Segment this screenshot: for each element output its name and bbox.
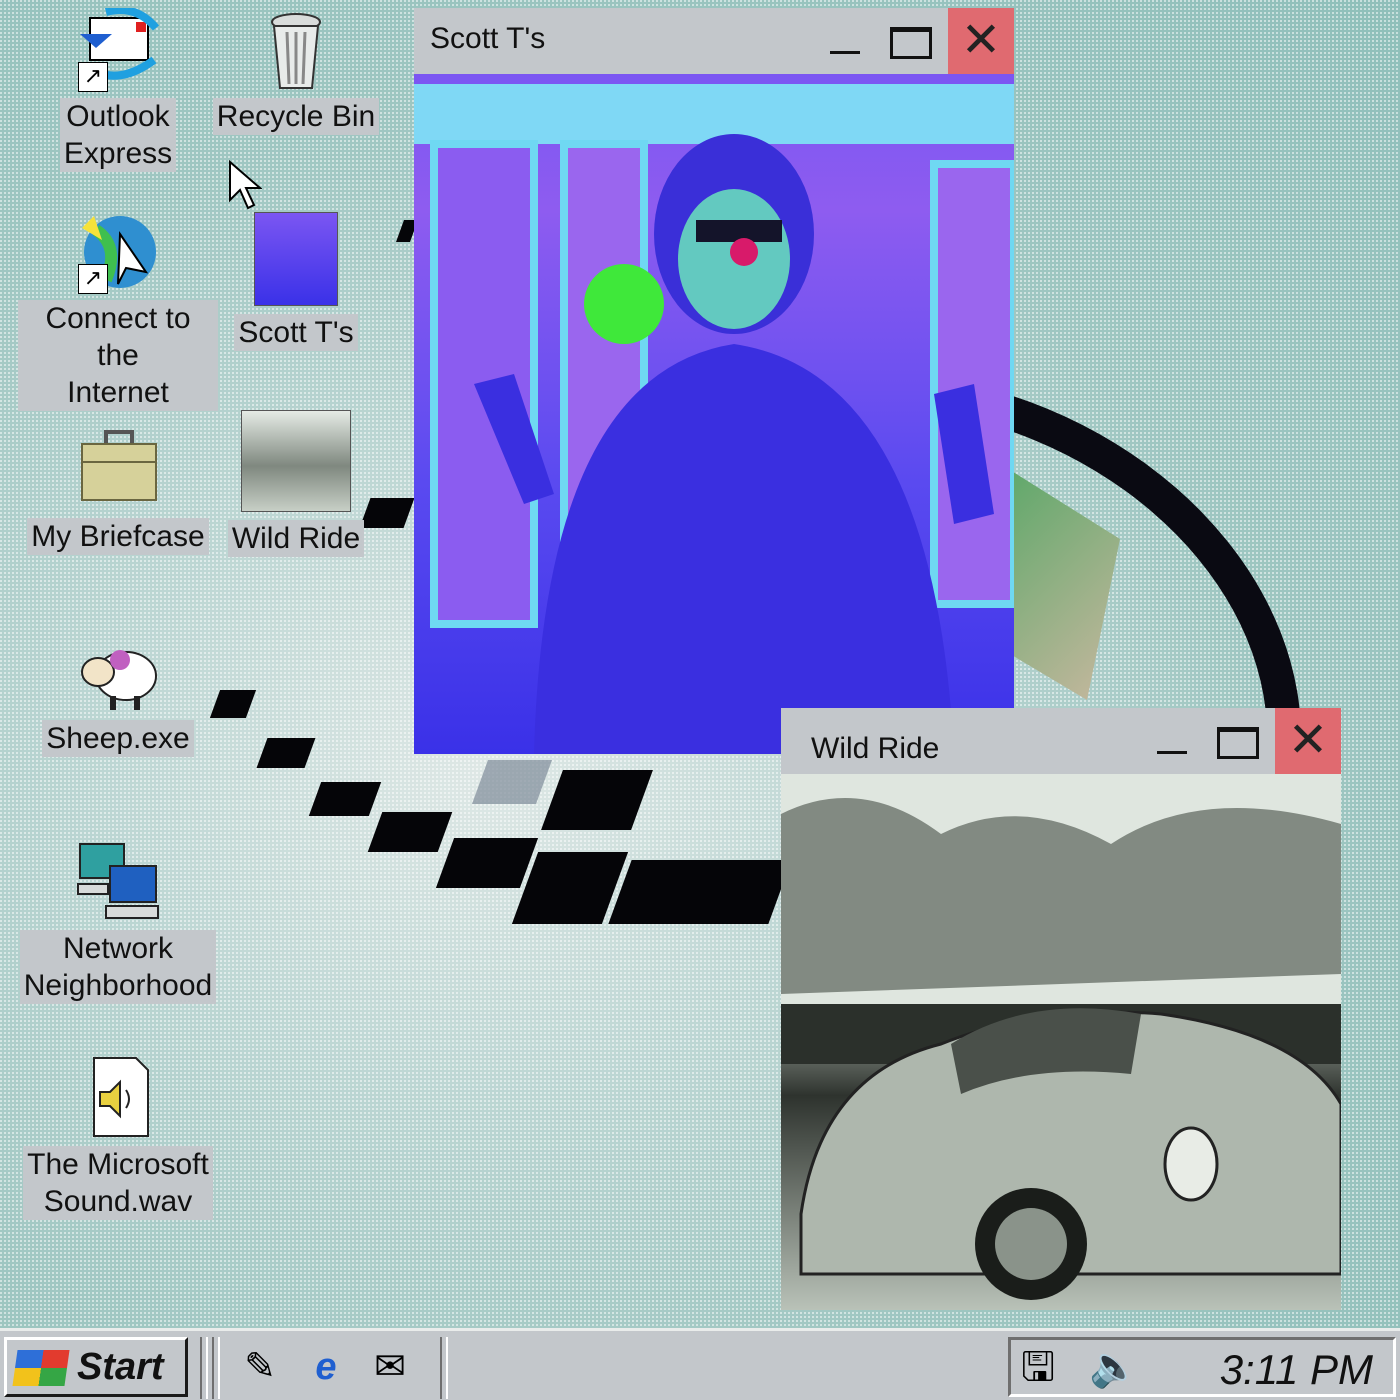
minimize-icon — [830, 50, 860, 54]
clock[interactable]: 3:11 PM — [1220, 1346, 1373, 1394]
outlook-express-icon: ↗ — [76, 6, 160, 92]
desktop-icon-sheep[interactable]: Sheep.exe — [18, 630, 218, 757]
desktop-icon-outlook-express[interactable]: ↗ Outlook Express — [18, 6, 218, 172]
maximize-button[interactable] — [878, 8, 944, 74]
taskbar-separator — [200, 1337, 208, 1399]
maximize-icon — [1217, 727, 1259, 760]
desktop-icon-recycle-bin[interactable]: Recycle Bin — [196, 8, 396, 135]
sound-file-icon — [76, 1056, 160, 1140]
desktop-icon-connect-internet[interactable]: ↗ Connect to the Internet — [18, 210, 218, 411]
image-content — [414, 74, 1014, 754]
icon-label: Sheep.exe — [42, 720, 194, 757]
shortcut-arrow-icon: ↗ — [78, 62, 108, 92]
image-content — [781, 774, 1341, 1310]
desktop-icon-wild-ride[interactable]: Wild Ride — [196, 410, 396, 557]
start-button[interactable]: Start — [4, 1337, 188, 1397]
window-title: Scott T's — [430, 22, 546, 55]
mouse-cursor-icon — [229, 160, 262, 210]
network-neighborhood-icon — [76, 840, 160, 924]
icon-label: Scott T's — [234, 314, 358, 351]
start-label: Start — [77, 1346, 164, 1388]
window-titlebar[interactable]: Scott T's ✕ — [414, 8, 1014, 74]
taskbar-separator — [440, 1337, 448, 1399]
icon-label: Connect to the Internet — [18, 300, 218, 411]
window-titlebar[interactable]: Wild Ride ✕ — [781, 708, 1341, 774]
icon-label: Outlook Express — [59, 98, 177, 172]
close-button[interactable]: ✕ — [1275, 708, 1341, 774]
show-desktop-icon[interactable]: ✎ — [236, 1343, 284, 1391]
desktop-icon-my-briefcase[interactable]: My Briefcase — [18, 428, 218, 555]
taskbar: Start ✎ e ✉ 🖫 🔈 3:11 PM — [0, 1328, 1400, 1400]
windows-logo-icon — [12, 1350, 70, 1386]
volume-icon[interactable]: 🔈 — [1089, 1344, 1139, 1390]
icon-label: Recycle Bin — [212, 98, 380, 135]
desktop-icon-microsoft-sound[interactable]: The Microsoft Sound.wav — [18, 1056, 218, 1220]
image-file-icon — [241, 410, 351, 512]
taskbar-separator — [212, 1337, 220, 1399]
close-icon: ✕ — [1287, 714, 1329, 767]
sheep-icon — [76, 630, 160, 714]
icon-label: Network Neighborhood — [19, 930, 217, 1004]
connect-internet-icon: ↗ — [76, 210, 160, 294]
desktop-icon-scott-ts[interactable]: Scott T's — [196, 212, 396, 351]
minimize-icon — [1157, 750, 1187, 754]
shortcut-arrow-icon: ↗ — [78, 264, 108, 294]
close-button[interactable]: ✕ — [948, 8, 1014, 74]
outlook-express-quicklaunch-icon[interactable]: ✉ — [366, 1343, 414, 1391]
icon-label: My Briefcase — [27, 518, 209, 555]
icon-label: The Microsoft Sound.wav — [23, 1146, 213, 1220]
maximize-button[interactable] — [1205, 708, 1271, 774]
window-wild-ride[interactable]: Wild Ride ✕ — [781, 708, 1341, 1310]
network-status-icon[interactable]: 🖫 — [1021, 1344, 1055, 1390]
system-tray: 🖫 🔈 3:11 PM — [1008, 1337, 1396, 1397]
icon-label: Wild Ride — [227, 520, 365, 557]
minimize-button[interactable] — [1139, 708, 1205, 774]
maximize-icon — [890, 27, 932, 60]
recycle-bin-icon — [254, 8, 338, 92]
desktop-icon-network-neighborhood[interactable]: Network Neighborhood — [18, 840, 218, 1004]
briefcase-icon — [76, 428, 160, 512]
image-file-icon — [254, 212, 338, 306]
minimize-button[interactable] — [812, 8, 878, 74]
window-title: Wild Ride — [811, 732, 940, 765]
window-scott-ts[interactable]: Scott T's ✕ — [414, 8, 1014, 754]
close-icon: ✕ — [960, 14, 1002, 67]
internet-explorer-icon[interactable]: e — [302, 1343, 350, 1391]
